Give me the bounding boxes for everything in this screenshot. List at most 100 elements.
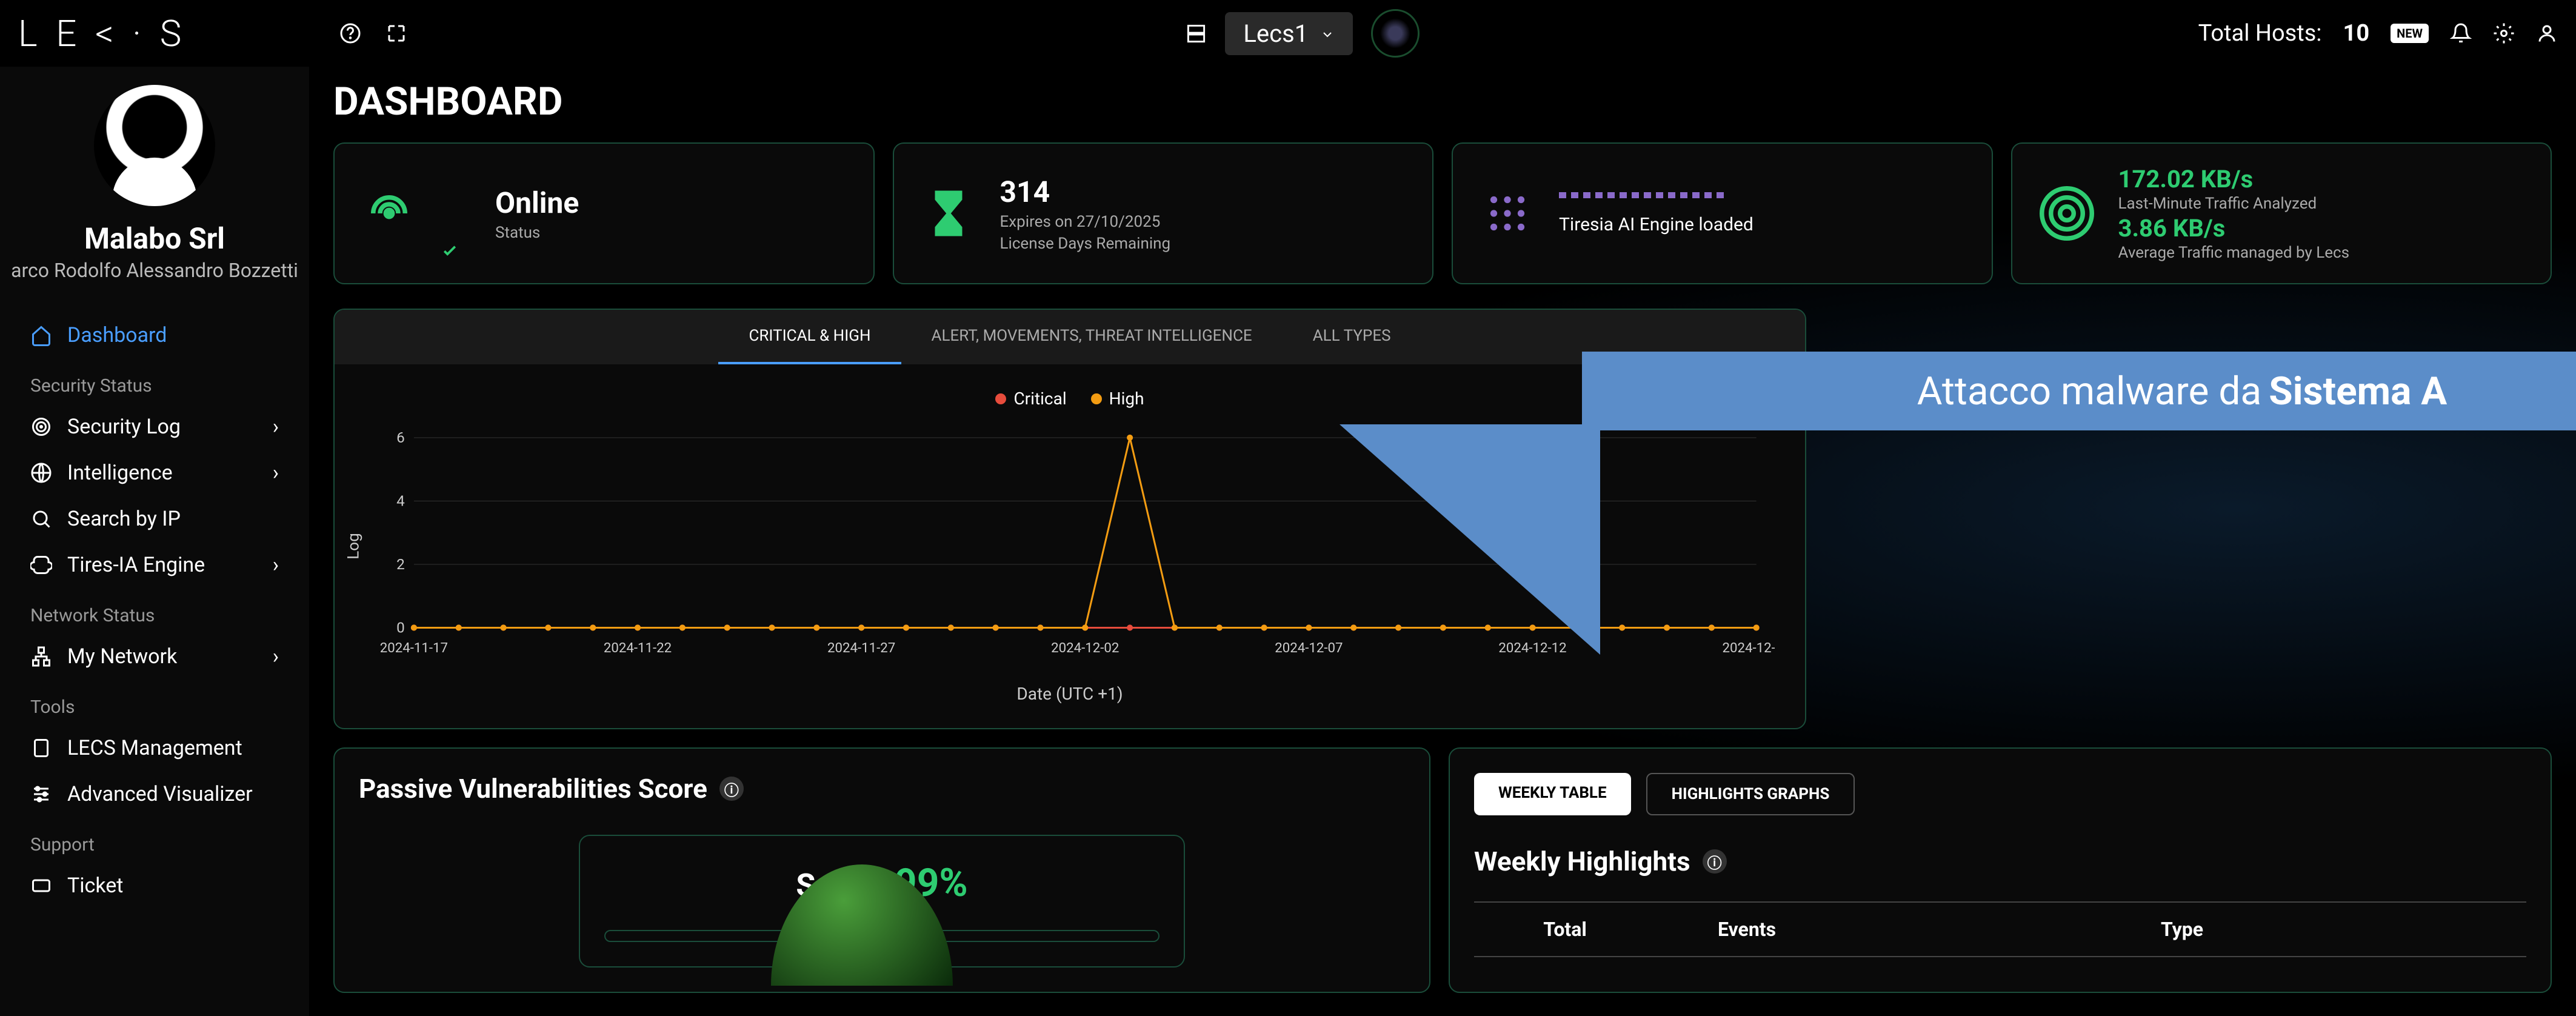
broadcast-icon (362, 186, 416, 241)
btn-highlights-graphs[interactable]: HIGHLIGHTS GRAPHS (1646, 773, 1855, 815)
svg-text:2024-11-27: 2024-11-27 (827, 640, 895, 656)
vulnerabilities-card: Passive Vulnerabilities Score ⓘ Score: 9… (333, 747, 1430, 993)
sidebar-item-ticket[interactable]: Ticket (0, 863, 309, 909)
chevron-right-icon: › (273, 553, 279, 577)
layout-icon[interactable] (1186, 23, 1207, 44)
sidebar-item-adv-viz[interactable]: Advanced Visualizer (0, 771, 309, 817)
traffic-l2: Average Traffic managed by Lecs (2118, 244, 2350, 262)
svg-text:2024-11-22: 2024-11-22 (604, 640, 672, 656)
clipboard-icon (30, 737, 52, 759)
sidebar-item-label: Ticket (67, 874, 123, 898)
stat-sub2: License Days Remaining (1000, 235, 1171, 253)
chart-xlabel: Date (UTC +1) (365, 684, 1775, 704)
sidebar-item-tires-ia[interactable]: Tires-IA Engine › (0, 542, 309, 588)
sidebar-item-label: Security Log (67, 415, 181, 439)
stat-sub1: Expires on 27/10/2025 (1000, 213, 1171, 231)
sidebar-item-label: Dashboard (67, 323, 167, 347)
loading-bar (1559, 192, 1729, 198)
stat-value: Online (495, 185, 579, 220)
globe-icon (30, 462, 52, 484)
sidebar-item-intelligence[interactable]: Intelligence › (0, 450, 309, 496)
stat-label: Status (495, 224, 579, 242)
search-icon (30, 508, 52, 530)
target-icon (30, 416, 52, 438)
ai-grid-icon (1480, 186, 1535, 241)
stat-ai-engine: Tiresia AI Engine loaded (1452, 142, 1993, 284)
stat-value: Tiresia AI Engine loaded (1559, 214, 1964, 235)
svg-text:2024-12-02: 2024-12-02 (1051, 640, 1119, 656)
logo: L E < · S (18, 12, 327, 55)
chevron-right-icon: › (273, 415, 279, 439)
sidebar-item-label: Search by IP (67, 507, 181, 531)
svg-text:4: 4 (396, 492, 405, 510)
sidebar-item-my-network[interactable]: My Network › (0, 633, 309, 680)
svg-text:6: 6 (396, 429, 405, 446)
callout-banner: Attacco malware da Sistema A (1582, 352, 2576, 430)
expand-icon[interactable] (385, 22, 407, 44)
chevron-right-icon: › (273, 644, 279, 669)
tab-all-types[interactable]: ALL TYPES (1283, 310, 1421, 364)
sliders-icon (30, 783, 52, 805)
callout-text: Attacco malware da (1917, 369, 2262, 414)
tenant-label: Lecs1 (1243, 19, 1308, 48)
section-network: Network Status (0, 588, 309, 633)
section-tools: Tools (0, 680, 309, 725)
legend-critical[interactable]: Critical (995, 389, 1066, 409)
stat-online: Online Status (333, 142, 875, 284)
brain-icon (30, 554, 52, 576)
check-icon (441, 241, 459, 262)
avatar (94, 85, 215, 206)
chevron-right-icon: › (273, 461, 279, 485)
traffic-v2: 3.86 KB/s (2118, 214, 2350, 242)
org-name: Malabo Srl (84, 221, 225, 256)
chart-ylabel: Log (345, 533, 363, 559)
signal-icon (2040, 186, 2094, 241)
help-icon[interactable] (339, 22, 361, 44)
ai-engine-badge[interactable] (1371, 9, 1420, 58)
section-support: Support (0, 817, 309, 863)
sidebar-item-label: My Network (67, 644, 177, 669)
svg-text:0: 0 (396, 619, 405, 637)
dot-icon (995, 393, 1006, 404)
gear-icon[interactable] (2493, 22, 2515, 44)
tab-critical-high[interactable]: CRITICAL & HIGH (718, 310, 901, 364)
stat-traffic: 172.02 KB/s Last-Minute Traffic Analyzed… (2011, 142, 2552, 284)
sidebar: Malabo Srl arco Rodolfo Alessandro Bozze… (0, 0, 309, 1016)
tab-alerts[interactable]: ALERT, MOVEMENTS, THREAT INTELLIGENCE (901, 310, 1283, 364)
info-icon[interactable]: ⓘ (1703, 849, 1727, 874)
sidebar-item-label: Advanced Visualizer (67, 782, 253, 806)
svg-text:2024-11-17: 2024-11-17 (380, 640, 448, 656)
sidebar-item-security-log[interactable]: Security Log › (0, 404, 309, 450)
sidebar-item-lecs-mgmt[interactable]: LECS Management (0, 725, 309, 771)
th-total: Total (1474, 918, 1656, 941)
stat-value: 314 (1000, 175, 1171, 209)
highlights-table-header: Total Events Type (1474, 901, 2526, 957)
dot-icon (1091, 393, 1102, 404)
sidebar-item-search-ip[interactable]: Search by IP (0, 496, 309, 542)
card-title-text: Weekly Highlights (1474, 846, 1690, 877)
bell-icon[interactable] (2450, 22, 2472, 44)
sidebar-item-label: Intelligence (67, 461, 173, 485)
info-icon[interactable]: ⓘ (719, 777, 744, 801)
user-name: arco Rodolfo Alessandro Bozzetti (11, 259, 298, 282)
section-security: Security Status (0, 358, 309, 404)
svg-text:2: 2 (396, 555, 405, 573)
total-hosts-value: 10 (2343, 20, 2370, 47)
btn-weekly-table[interactable]: WEEKLY TABLE (1474, 773, 1631, 815)
new-badge: NEW (2391, 24, 2429, 43)
stat-license: 314 Expires on 27/10/2025 License Days R… (893, 142, 1434, 284)
legend-label: High (1109, 389, 1144, 409)
sidebar-item-label: Tires-IA Engine (67, 553, 205, 577)
ticket-icon (30, 875, 52, 897)
user-icon[interactable] (2536, 22, 2558, 44)
page-title: DASHBOARD (333, 79, 2552, 124)
svg-text:2024-12-17: 2024-12-17 (1723, 640, 1775, 656)
total-hosts-label: Total Hosts: (2198, 20, 2322, 47)
legend-high[interactable]: High (1091, 389, 1144, 409)
th-events: Events (1656, 918, 1838, 941)
traffic-v1: 172.02 KB/s (2118, 165, 2350, 193)
sidebar-item-label: LECS Management (67, 736, 242, 760)
tenant-selector[interactable]: Lecs1 (1225, 12, 1353, 55)
sidebar-item-dashboard[interactable]: Dashboard (0, 312, 309, 358)
chevron-down-icon (1320, 19, 1335, 48)
